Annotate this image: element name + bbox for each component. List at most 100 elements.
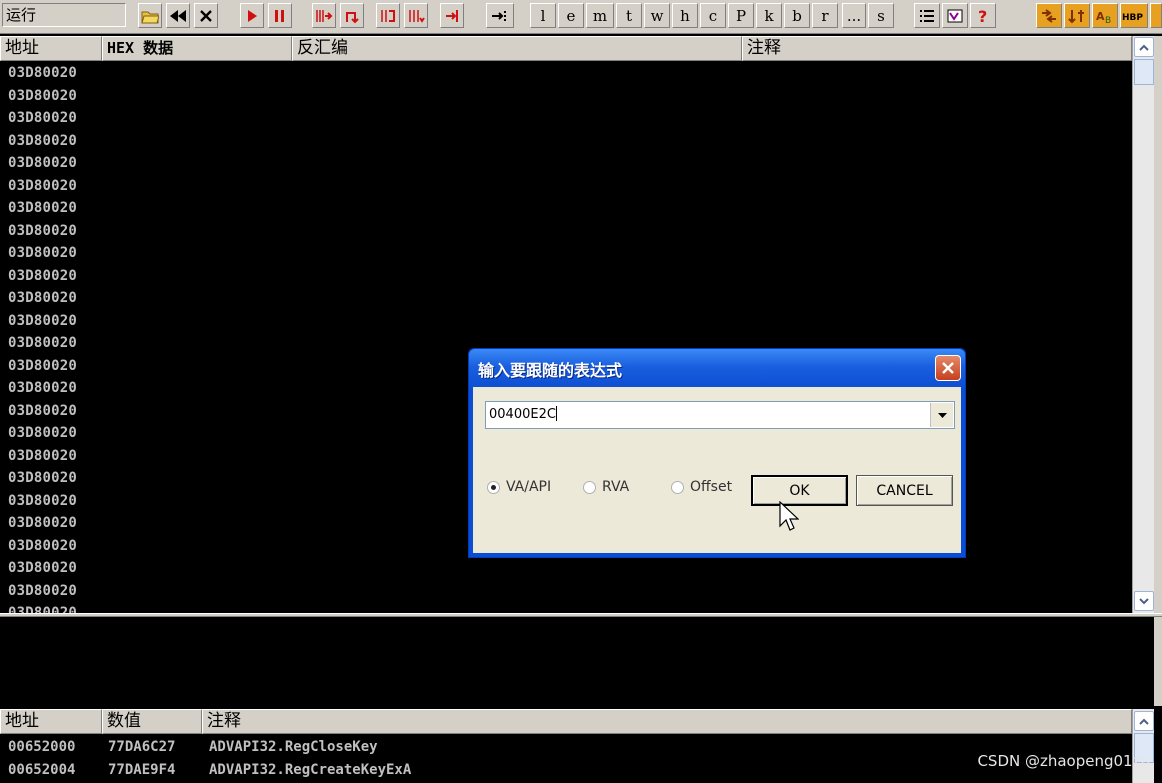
table-row[interactable]: 03D80020 <box>8 131 77 151</box>
table-row[interactable]: 03D80020 <box>8 86 77 106</box>
header-address[interactable]: 地址 <box>0 36 102 61</box>
stack-scroll-up-icon[interactable] <box>1134 711 1154 731</box>
row-address: 00652000 <box>8 739 76 755</box>
table-row[interactable]: 03D80020 <box>8 108 77 128</box>
toolbar-letter-button[interactable]: t <box>616 3 642 28</box>
execute-till-return-icon[interactable] <box>440 3 464 28</box>
table-row[interactable]: 03D80020 <box>8 378 77 398</box>
toolbar-letter-button[interactable]: w <box>644 3 670 28</box>
toolbar-letter-button[interactable]: m <box>586 3 614 28</box>
mouse-pointer-icon <box>779 501 799 531</box>
list-icon[interactable] <box>914 3 940 28</box>
dialog-title: 输入要跟随的表达式 <box>478 361 623 380</box>
table-row[interactable]: 03D80020 <box>8 356 77 376</box>
header-stack-value[interactable]: 数值 <box>102 709 202 734</box>
ok-button[interactable]: OK <box>751 475 848 506</box>
toolbar-letter-button[interactable]: r <box>812 3 838 28</box>
plugin-command-icon[interactable] <box>1064 3 1090 28</box>
close-program-icon[interactable] <box>194 3 218 28</box>
table-row[interactable]: 03D80020 <box>8 63 77 83</box>
svg-text:A: A <box>1096 10 1105 23</box>
radio-offset[interactable]: Offset <box>671 479 732 495</box>
text-caret <box>555 406 557 421</box>
toolbar-letter-button[interactable]: c <box>700 3 726 28</box>
table-row[interactable]: 03D80020 <box>8 468 77 488</box>
table-row[interactable]: 03D80020 <box>8 311 77 331</box>
header-comment[interactable]: 注释 <box>742 36 1132 61</box>
table-row[interactable]: 03D80020 <box>8 153 77 173</box>
row-value: 77DA6C27 <box>108 739 176 755</box>
table-row[interactable]: 03D80020 <box>8 603 77 613</box>
stack-pane[interactable]: 00652000 77DA6C27 ADVAPI32.RegCloseKey 0… <box>0 734 1132 783</box>
disassembly-scrollbar[interactable] <box>1132 36 1154 613</box>
help-icon[interactable]: ? <box>970 3 996 28</box>
table-row[interactable]: 03D80020 <box>8 198 77 218</box>
row-address: 00652004 <box>8 762 76 778</box>
plugin-bookmark-icon[interactable] <box>1036 3 1062 28</box>
run-icon[interactable] <box>240 3 264 28</box>
toolbar-letter-button[interactable]: h <box>672 3 698 28</box>
step-into-icon[interactable] <box>312 3 336 28</box>
chevron-down-icon[interactable] <box>930 403 953 427</box>
restart-icon[interactable] <box>166 3 190 28</box>
toolbar-letter-button[interactable]: s <box>868 3 894 28</box>
table-row[interactable]: 03D80020 <box>8 221 77 241</box>
table-row[interactable]: 00652004 77DAE9F4 ADVAPI32.RegCreateKeyE… <box>8 759 411 781</box>
header-hex-data[interactable]: HEX 数据 <box>102 36 292 61</box>
window-edge <box>1154 36 1162 706</box>
radio-rva[interactable]: RVA <box>583 479 629 495</box>
plugin-hbp-icon[interactable]: HBP <box>1120 3 1148 28</box>
toolbar-letter-button[interactable]: P <box>728 3 754 28</box>
scroll-up-icon[interactable] <box>1134 37 1154 57</box>
plugin-more-icon[interactable] <box>1150 3 1162 28</box>
row-value: 77DAE9F4 <box>108 762 176 778</box>
radio-indicator[interactable] <box>487 480 500 494</box>
plugin-api-icon[interactable]: AB <box>1092 3 1118 28</box>
header-stack-comment[interactable]: 注释 <box>202 709 1132 734</box>
radio-indicator[interactable] <box>583 480 596 494</box>
radio-label: VA/API <box>506 479 552 495</box>
table-row[interactable]: 03D80020 <box>8 446 77 466</box>
expression-combobox[interactable]: 00400E2C <box>485 401 955 429</box>
expression-input[interactable]: 00400E2C <box>489 406 557 422</box>
radio-indicator[interactable] <box>671 480 684 494</box>
close-icon[interactable] <box>935 355 961 381</box>
open-icon[interactable] <box>138 3 162 28</box>
svg-text:HBP: HBP <box>1122 13 1143 23</box>
table-row[interactable]: 03D80020 <box>8 333 77 353</box>
table-row[interactable]: 03D80020 <box>8 288 77 308</box>
toolbar-letter-button[interactable]: b <box>784 3 810 28</box>
scroll-thumb[interactable] <box>1134 59 1154 85</box>
table-row[interactable]: 03D80020 <box>8 558 77 578</box>
dialog-body: 00400E2C VA/API RVA Offset OK CANCEL <box>473 387 961 553</box>
table-row[interactable]: 03D80020 <box>8 176 77 196</box>
table-row[interactable]: 03D80020 <box>8 423 77 443</box>
trace-into-icon[interactable] <box>376 3 400 28</box>
trace-over-icon[interactable] <box>404 3 428 28</box>
stack-scrollbar[interactable] <box>1132 709 1154 783</box>
toolbar-letter-button[interactable]: ... <box>842 3 866 28</box>
table-row[interactable]: 03D80020 <box>8 266 77 286</box>
scroll-down-icon[interactable] <box>1134 591 1154 611</box>
dialog-titlebar[interactable]: 输入要跟随的表达式 <box>469 349 965 387</box>
header-disassembly[interactable]: 反汇编 <box>292 36 742 61</box>
toolbar-letter-button[interactable]: l <box>530 3 556 28</box>
table-row[interactable]: 03D80020 <box>8 581 77 601</box>
toolbar-letter-button[interactable]: e <box>558 3 584 28</box>
table-row[interactable]: 03D80020 <box>8 401 77 421</box>
table-row[interactable]: 03D80020 <box>8 491 77 511</box>
go-to-origin-icon[interactable] <box>486 3 514 28</box>
toolbar: 运行 l e m t w h c Pk b r... s ? A B HBP <box>0 0 1162 34</box>
radio-va-api[interactable]: VA/API <box>487 479 551 495</box>
header-stack-address[interactable]: 地址 <box>0 709 102 734</box>
table-row[interactable]: 03D80020 <box>8 243 77 263</box>
table-row[interactable]: 03D80020 <box>8 513 77 533</box>
step-over-icon[interactable] <box>340 3 364 28</box>
pause-icon[interactable] <box>268 3 292 28</box>
cancel-button[interactable]: CANCEL <box>856 475 953 506</box>
toolbar-letter-button[interactable]: k <box>756 3 782 28</box>
table-row[interactable]: 00652000 77DA6C27 ADVAPI32.RegCloseKey <box>8 736 378 758</box>
table-row[interactable]: 03D80020 <box>8 536 77 556</box>
options-icon[interactable] <box>942 3 968 28</box>
radio-label: RVA <box>602 479 630 495</box>
